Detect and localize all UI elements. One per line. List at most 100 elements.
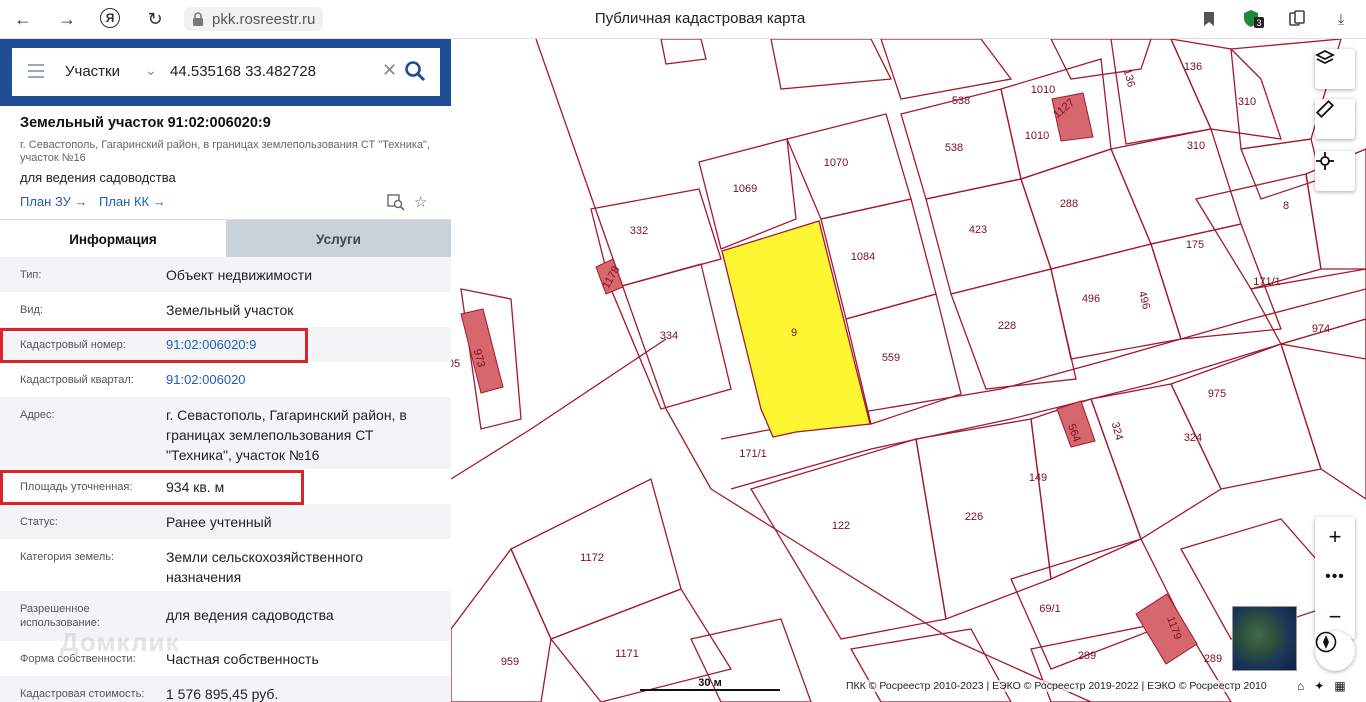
building-1179 (1135, 593, 1198, 665)
attr-label: Адрес: (20, 409, 55, 421)
parcel-number-label: 8 (1283, 200, 1289, 212)
highlight-cadastral-number (0, 328, 308, 363)
page-title: Публичная кадастровая карта (594, 10, 806, 27)
attr-label: Вид: (20, 304, 43, 316)
info-panel: Участки ⌄ 44.535168 33.482728 ✕ Земельны… (0, 39, 451, 702)
parcel-number-label: 496 (1136, 290, 1152, 311)
watermark-text: Домклик (60, 627, 180, 657)
object-address: г. Севастополь, Гагаринский район, в гра… (20, 139, 430, 164)
attr-value: Частная собственность (166, 651, 319, 667)
object-title: Земельный участок 91:02:006020:9 (20, 115, 271, 131)
attr-value: для ведения садоводства (166, 607, 334, 623)
bookmark-icon[interactable] (1198, 8, 1220, 30)
parcel-number-label: 1070 (824, 157, 848, 169)
protect-icon[interactable]: 3 (1242, 8, 1264, 30)
crosshair-icon[interactable]: ✦ (1314, 679, 1324, 693)
attr-row-cadastral-quarter: Кадастровый квартал: 91:02:006020 (0, 362, 451, 397)
parcel-number-label: 289 (1078, 650, 1096, 662)
parcel-number-label: 122 (832, 520, 850, 532)
search-type-select[interactable]: Участки (65, 63, 120, 80)
minimap[interactable] (1232, 606, 1297, 671)
parcel-number-label: 69/1 (1039, 603, 1060, 615)
parcel-number-label: 324 (1184, 432, 1202, 444)
parcel-number-label: 9 (791, 327, 797, 339)
parcel-number-label: 05 (451, 358, 460, 370)
layers-icon[interactable] (1315, 49, 1355, 89)
collections-icon[interactable] (1286, 8, 1308, 30)
parcel-number-label: 538 (945, 142, 963, 154)
clear-icon[interactable]: ✕ (382, 60, 397, 81)
parcel-number-label: 1084 (851, 251, 875, 263)
yandex-icon[interactable]: Я (100, 8, 120, 28)
attr-row-kind: Вид: Земельный участок (0, 292, 451, 327)
cadastral-quarter-link[interactable]: 91:02:006020 (166, 370, 436, 390)
lock-icon (193, 12, 203, 26)
highlight-area (0, 470, 304, 505)
zoom-to-object-icon[interactable] (387, 193, 405, 211)
star-icon[interactable]: ☆ (414, 193, 432, 211)
tab-info[interactable]: Информация (0, 220, 226, 258)
download-icon[interactable]: ⤓ (1330, 8, 1352, 30)
cadastral-map[interactable]: 1069 1070 1084 559 9 332 334 1178 171/1 538 1010 11… (451, 39, 1366, 702)
extension-badge: 3 (1256, 18, 1261, 28)
attr-row-type: Тип: Объект недвижимости (0, 257, 451, 292)
object-use: для ведения садоводства (20, 170, 176, 185)
more-icon[interactable]: ••• (1315, 557, 1355, 597)
parcel-number-label: 289 (1204, 653, 1222, 665)
plan-zu-link[interactable]: План ЗУ → (20, 194, 88, 209)
parcel-number-label: 1172 (580, 552, 604, 564)
parcel-number-label: 1010 (1031, 84, 1055, 96)
scale-bar (640, 689, 780, 691)
map-copyright: ПКК © Росреестр 2010-2023 | ЕЭКО © Росре… (846, 680, 1267, 692)
parcel-number-label: 538 (952, 95, 970, 107)
plan-kk-link[interactable]: План КК → (99, 194, 166, 209)
zoom-in-icon[interactable]: + (1315, 517, 1355, 557)
parcel-number-label: 171/1 (1253, 276, 1281, 288)
attr-value: Земельный участок (166, 302, 294, 318)
parcel-number-label: 496 (1082, 293, 1100, 305)
attr-value: 1 576 895,45 руб. (166, 686, 279, 702)
parcel-number-label: 1171 (615, 648, 639, 660)
attr-label: Статус: (20, 516, 58, 528)
attr-row-cost: Кадастровая стоимость: 1 576 895,45 руб. (0, 676, 451, 702)
attr-label: Кадастровый квартал: (20, 374, 134, 386)
parcel-number-label: 310 (1187, 140, 1205, 152)
home-icon[interactable]: ⌂ (1297, 679, 1304, 693)
address-bar[interactable]: pkk.rosreestr.ru (184, 7, 324, 31)
locate-icon[interactable] (1315, 151, 1355, 191)
search-icon[interactable] (404, 60, 426, 82)
browser-toolbar: ← → Я ↻ pkk.rosreestr.ru Публичная кадас… (0, 0, 1366, 39)
chevron-down-icon[interactable]: ⌄ (145, 62, 157, 79)
attr-label: Разрешенное использование: (20, 603, 100, 629)
parcel-number-label: 1010 (1025, 130, 1049, 142)
menu-icon[interactable] (28, 64, 44, 78)
attr-label: Категория земель: (20, 551, 115, 563)
parcel-map-svg: 10691070108455993323341178171/1538101011… (451, 39, 1366, 702)
parcel-number-label: 136 (1121, 68, 1137, 89)
parcel-number-label: 228 (998, 320, 1016, 332)
search-input[interactable]: 44.535168 33.482728 (170, 63, 316, 80)
reload-icon[interactable]: ↻ (144, 8, 166, 30)
parcel-number-label: 559 (882, 352, 900, 364)
ruler-icon[interactable] (1315, 99, 1355, 139)
back-icon[interactable]: ← (12, 8, 34, 30)
forward-icon[interactable]: → (56, 8, 78, 30)
parcel-number-label: 975 (1208, 388, 1226, 400)
search-box: Участки ⌄ 44.535168 33.482728 ✕ (12, 48, 440, 96)
fullscreen-icon[interactable]: ▦ (1334, 679, 1345, 693)
parcel-number-label: 974 (1312, 323, 1330, 335)
parcel-number-label: 288 (1060, 198, 1078, 210)
parcel-number-label: 171/1 (739, 448, 767, 460)
parcel-number-label: 959 (501, 656, 519, 668)
parcel-number-label: 332 (630, 225, 648, 237)
zoom-controls: + ••• − (1315, 517, 1355, 639)
attr-label: Тип: (20, 269, 42, 281)
attr-value: Ранее учтенный (166, 514, 272, 530)
attr-value: Объект недвижимости (166, 267, 313, 283)
parcel-number-label: 324 (1109, 421, 1125, 442)
parcel-number-label: 136 (1184, 61, 1202, 73)
tab-services[interactable]: Услуги (226, 220, 451, 258)
parcel-number-label: 226 (965, 511, 983, 523)
compass-icon[interactable] (1315, 631, 1355, 671)
parcel-number-label: 175 (1186, 239, 1204, 251)
